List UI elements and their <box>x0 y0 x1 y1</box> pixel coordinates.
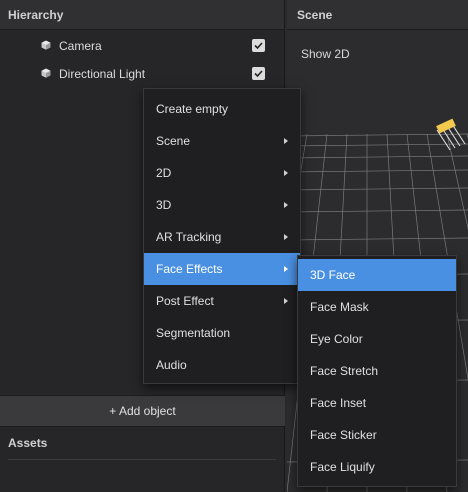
menu-item-2d[interactable]: 2D <box>144 157 300 189</box>
checkmark-icon <box>254 70 263 78</box>
cube-icon <box>41 40 51 50</box>
menu-item-create-empty[interactable]: Create empty <box>144 93 300 125</box>
chevron-right-icon <box>284 202 288 208</box>
menu-item-label: AR Tracking <box>156 230 222 244</box>
submenu-item-label: Face Sticker <box>310 428 377 442</box>
submenu-item-face-liquify[interactable]: Face Liquify <box>298 451 456 483</box>
scene-title: Scene <box>287 0 468 30</box>
menu-item-label: Face Effects <box>156 262 223 276</box>
submenu-item-label: Face Mask <box>310 300 369 314</box>
menu-item-label: Scene <box>156 134 191 148</box>
submenu-item-face-sticker[interactable]: Face Sticker <box>298 419 456 451</box>
submenu-item-3d-face[interactable]: 3D Face <box>298 259 456 291</box>
chevron-right-icon <box>284 170 288 176</box>
submenu-item-label: Face Liquify <box>310 460 375 474</box>
menu-item-face-effects[interactable]: Face Effects <box>144 253 300 285</box>
hierarchy-item-label: Camera <box>59 39 102 53</box>
chevron-right-icon <box>284 234 288 240</box>
cube-icon <box>41 68 51 78</box>
submenu-item-label: Eye Color <box>310 332 363 346</box>
menu-item-audio[interactable]: Audio <box>144 349 300 381</box>
hierarchy-item-camera[interactable]: Camera <box>0 32 285 60</box>
submenu-item-face-inset[interactable]: Face Inset <box>298 387 456 419</box>
submenu-item-label: Face Stretch <box>310 364 379 378</box>
menu-item-3d[interactable]: 3D <box>144 189 300 221</box>
menu-item-ar-tracking[interactable]: AR Tracking <box>144 221 300 253</box>
menu-item-post-effect[interactable]: Post Effect <box>144 285 300 317</box>
visibility-checkbox[interactable] <box>252 39 265 52</box>
submenu-item-label: 3D Face <box>310 268 356 282</box>
add-object-context-menu: Create empty Scene 2D 3D AR Tracking Fac… <box>143 88 301 384</box>
submenu-item-face-stretch[interactable]: Face Stretch <box>298 355 456 387</box>
menu-item-label: Create empty <box>156 102 229 116</box>
hierarchy-item-directional-light[interactable]: Directional Light <box>0 60 285 88</box>
face-effects-submenu: 3D Face Face Mask Eye Color Face Stretch… <box>297 255 457 487</box>
chevron-right-icon <box>284 266 288 272</box>
submenu-item-label: Face Inset <box>310 396 367 410</box>
menu-item-label: Post Effect <box>156 294 214 308</box>
menu-item-label: 2D <box>156 166 172 180</box>
visibility-checkbox[interactable] <box>252 67 265 80</box>
add-object-button[interactable]: + Add object <box>0 395 285 427</box>
chevron-right-icon <box>284 138 288 144</box>
menu-item-label: Segmentation <box>156 326 231 340</box>
menu-item-label: Audio <box>156 358 187 372</box>
chevron-right-icon <box>284 298 288 304</box>
divider <box>8 459 276 460</box>
hierarchy-title: Hierarchy <box>0 0 284 30</box>
assets-title: Assets <box>8 436 48 450</box>
menu-item-segmentation[interactable]: Segmentation <box>144 317 300 349</box>
submenu-item-face-mask[interactable]: Face Mask <box>298 291 456 323</box>
menu-item-scene[interactable]: Scene <box>144 125 300 157</box>
hierarchy-item-label: Directional Light <box>59 67 146 81</box>
show-2d-toggle[interactable]: Show 2D <box>301 47 350 61</box>
submenu-item-eye-color[interactable]: Eye Color <box>298 323 456 355</box>
menu-item-label: 3D <box>156 198 172 212</box>
checkmark-icon <box>254 42 263 50</box>
